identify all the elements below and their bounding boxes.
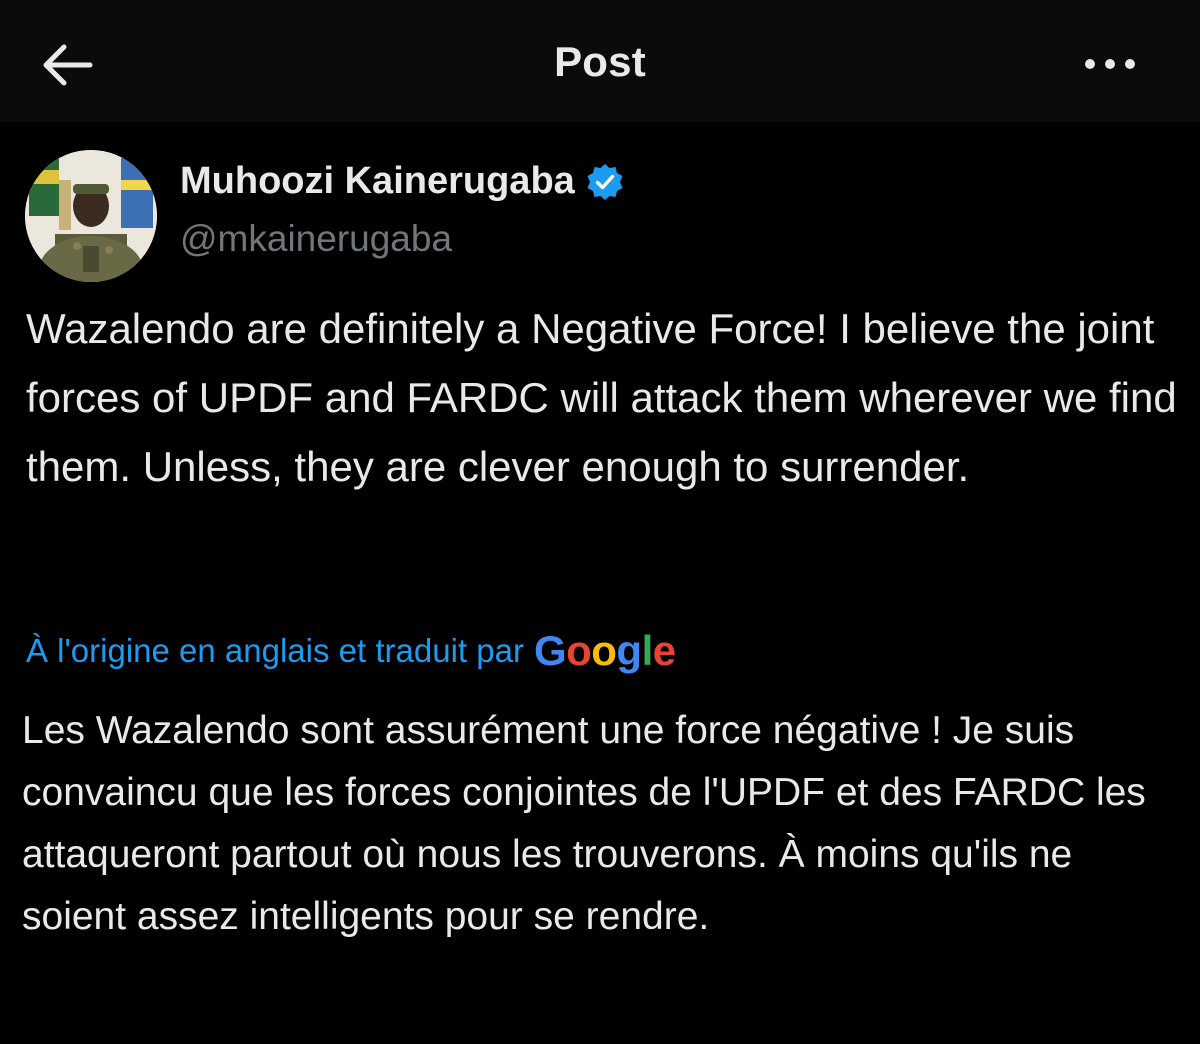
post-detail: Muhoozi Kainerugaba @mkainerugaba Wazale… — [0, 122, 1200, 1044]
avatar-photo-icon — [25, 150, 157, 282]
author-name-row[interactable]: Muhoozi Kainerugaba — [180, 160, 625, 203]
translated-post-text: Les Wazalendo sont assurément une force … — [22, 709, 1146, 938]
google-logo-letter: g — [616, 627, 642, 674]
author-avatar[interactable] — [25, 150, 157, 282]
page-title: Post — [554, 38, 646, 85]
more-horizontal-icon — [1080, 59, 1140, 84]
google-logo-letter: G — [533, 627, 567, 674]
google-logo-letter: o — [591, 627, 617, 674]
google-logo: Google — [534, 630, 676, 672]
google-logo-letter: e — [652, 627, 676, 674]
google-logo-letter: l — [641, 627, 654, 674]
verified-badge-icon — [585, 162, 625, 202]
author-handle[interactable]: @mkainerugaba — [180, 218, 452, 260]
top-bar: Post — [0, 0, 1200, 122]
google-logo-letter: o — [566, 627, 592, 674]
more-options-button[interactable] — [1080, 48, 1140, 80]
translation-note[interactable]: À l'origine en anglais et traduit par Go… — [26, 630, 676, 672]
translation-note-text: À l'origine en anglais et traduit par — [26, 632, 524, 669]
post-text: Wazalendo are definitely a Negative Forc… — [26, 305, 1177, 490]
author-name: Muhoozi Kainerugaba — [180, 160, 575, 202]
